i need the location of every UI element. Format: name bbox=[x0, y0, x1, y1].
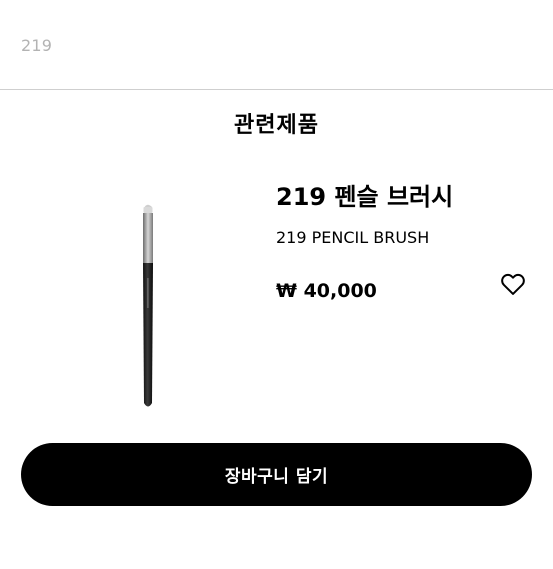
heart-outline-icon bbox=[501, 273, 525, 295]
product-detail-page: 219 관련제품 219 펜슬 브러시 219 PENCIL BRUSH ₩ 4… bbox=[0, 0, 553, 569]
product-name-english: 219 PENCIL BRUSH bbox=[276, 228, 430, 247]
divider bbox=[0, 89, 553, 90]
wishlist-button[interactable] bbox=[499, 270, 527, 298]
pencil-brush-image bbox=[143, 204, 153, 407]
product-image[interactable] bbox=[128, 198, 168, 414]
related-products-title: 관련제품 bbox=[234, 113, 319, 138]
product-price: ₩ 40,000 bbox=[276, 280, 377, 302]
product-code-label: 219 bbox=[21, 36, 53, 55]
product-name-korean[interactable]: 219 펜슬 브러시 bbox=[276, 177, 453, 212]
add-to-cart-button[interactable]: 장바구니 담기 bbox=[21, 443, 532, 506]
